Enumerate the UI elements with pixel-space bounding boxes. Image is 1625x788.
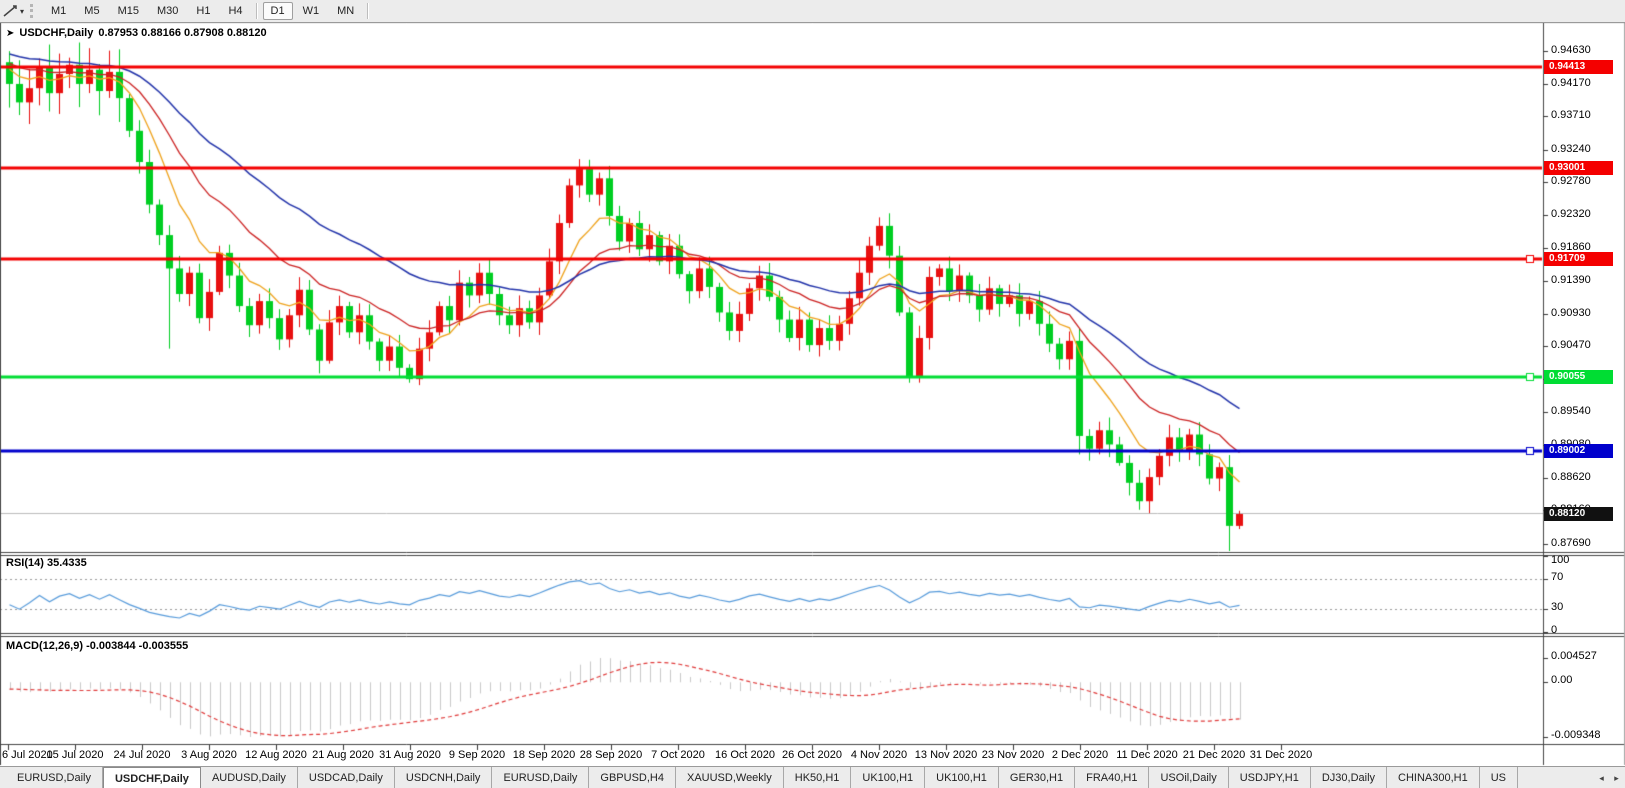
toolbar-separator bbox=[256, 3, 258, 19]
rsi-axis-tick: 70 bbox=[1551, 571, 1563, 583]
toolbar-separator bbox=[367, 3, 369, 19]
price-axis-tick: 0.89540 bbox=[1551, 405, 1591, 417]
timeframe-toolbar: ▾ M1M5M15M30H1H4 D1W1MN bbox=[0, 0, 1625, 23]
price-axis-tick: 0.90930 bbox=[1551, 307, 1591, 319]
tool-dropdown-caret-icon[interactable]: ▾ bbox=[20, 7, 24, 16]
price-axis-tick: 0.94170 bbox=[1551, 77, 1591, 89]
date-axis-label: 16 Oct 2020 bbox=[715, 749, 775, 761]
timeframe-button-h4[interactable]: H4 bbox=[220, 2, 250, 20]
price-level-chip: 0.93001 bbox=[1544, 161, 1613, 175]
price-axis-tick: 0.93710 bbox=[1551, 109, 1591, 121]
date-axis-label: 26 Oct 2020 bbox=[782, 749, 842, 761]
symbol-tab-ger30-h1[interactable]: GER30,H1 bbox=[999, 767, 1075, 788]
symbol-tab-usdchf-daily[interactable]: USDCHF,Daily bbox=[103, 767, 201, 788]
timeframe-buttons: M1M5M15M30H1H4 D1W1MN bbox=[42, 2, 373, 20]
price-axis-tick: 0.92780 bbox=[1551, 175, 1591, 187]
symbol-tab-usdjpy-h1[interactable]: USDJPY,H1 bbox=[1229, 767, 1311, 788]
date-axis-label: 7 Oct 2020 bbox=[651, 749, 705, 761]
mt4-window: ▾ M1M5M15M30H1H4 D1W1MN ➤ USDCHF,Daily 0.… bbox=[0, 0, 1625, 788]
price-axis-tick: 0.87690 bbox=[1551, 537, 1591, 549]
date-axis-label: 23 Nov 2020 bbox=[982, 749, 1044, 761]
price-axis-tick: 0.90470 bbox=[1551, 339, 1591, 351]
price-level-chip: 0.90055 bbox=[1544, 370, 1613, 384]
timeframe-button-w1[interactable]: W1 bbox=[295, 2, 328, 20]
toolbar-grip[interactable] bbox=[30, 4, 36, 18]
date-axis-label: 31 Aug 2020 bbox=[379, 749, 441, 761]
line-study-tool-icon[interactable] bbox=[3, 4, 19, 18]
date-axis-label: 15 Jul 2020 bbox=[47, 749, 104, 761]
symbol-tab-uk100-h1[interactable]: UK100,H1 bbox=[851, 767, 925, 788]
timeframe-button-m30[interactable]: M30 bbox=[149, 2, 186, 20]
tab-scroll-arrows: ◂ ▸ bbox=[1595, 767, 1623, 788]
date-axis-label: 24 Jul 2020 bbox=[114, 749, 171, 761]
date-axis-label: 2 Dec 2020 bbox=[1052, 749, 1108, 761]
date-axis-label: 18 Sep 2020 bbox=[513, 749, 575, 761]
symbol-tab-hk50-h1[interactable]: HK50,H1 bbox=[784, 767, 852, 788]
timeframe-button-m1[interactable]: M1 bbox=[43, 2, 74, 20]
timeframe-button-m15[interactable]: M15 bbox=[110, 2, 147, 20]
date-axis-label: 28 Sep 2020 bbox=[580, 749, 642, 761]
chart-symbol-icon: ➤ bbox=[6, 28, 14, 39]
price-axis-tick: 0.88620 bbox=[1551, 471, 1591, 483]
symbol-tab-china300-h1[interactable]: CHINA300,H1 bbox=[1387, 767, 1480, 788]
symbol-tab-us[interactable]: US bbox=[1480, 767, 1518, 788]
symbol-tab-uk100-h1[interactable]: UK100,H1 bbox=[925, 767, 999, 788]
chart-canvas[interactable] bbox=[0, 0, 1625, 788]
chart-ohlc-values: 0.87953 0.88166 0.87908 0.88120 bbox=[98, 27, 266, 39]
symbol-tab-xauusd-weekly[interactable]: XAUUSD,Weekly bbox=[676, 767, 784, 788]
macd-axis-tick: 0.004527 bbox=[1551, 650, 1597, 662]
rsi-indicator-label: RSI(14) 35.4335 bbox=[6, 557, 87, 569]
price-level-chip: 0.94413 bbox=[1544, 60, 1613, 74]
rsi-axis-tick: 100 bbox=[1551, 554, 1569, 566]
rsi-axis-tick: 30 bbox=[1551, 601, 1563, 613]
symbol-tab-eurusd-daily[interactable]: EURUSD,Daily bbox=[6, 767, 103, 788]
symbol-tab-gbpusd-h4[interactable]: GBPUSD,H4 bbox=[589, 767, 676, 788]
symbol-tab-usdcad-daily[interactable]: USDCAD,Daily bbox=[298, 767, 395, 788]
macd-axis-tick: -0.009348 bbox=[1551, 729, 1601, 741]
date-axis-label: 21 Aug 2020 bbox=[312, 749, 374, 761]
price-level-chip: 0.89002 bbox=[1544, 444, 1613, 458]
symbol-tab-fra40-h1[interactable]: FRA40,H1 bbox=[1075, 767, 1149, 788]
date-axis-label: 4 Nov 2020 bbox=[851, 749, 907, 761]
symbol-tab-eurusd-daily[interactable]: EURUSD,Daily bbox=[492, 767, 589, 788]
price-axis-tick: 0.91390 bbox=[1551, 274, 1591, 286]
date-axis-label: 21 Dec 2020 bbox=[1183, 749, 1245, 761]
macd-indicator-label: MACD(12,26,9) -0.003844 -0.003555 bbox=[6, 640, 188, 652]
timeframe-button-d1[interactable]: D1 bbox=[263, 2, 293, 20]
date-axis-label: 9 Sep 2020 bbox=[449, 749, 505, 761]
rsi-axis-tick: 0 bbox=[1551, 624, 1557, 636]
macd-axis-tick: 0.00 bbox=[1551, 674, 1572, 686]
timeframe-button-m5[interactable]: M5 bbox=[76, 2, 107, 20]
price-axis-tick: 0.93240 bbox=[1551, 143, 1591, 155]
symbol-tab-audusd-daily[interactable]: AUDUSD,Daily bbox=[201, 767, 298, 788]
date-axis-label: 3 Aug 2020 bbox=[181, 749, 237, 761]
timeframe-button-h1[interactable]: H1 bbox=[188, 2, 218, 20]
date-axis-label: 12 Aug 2020 bbox=[245, 749, 307, 761]
tab-scroll-right-icon[interactable]: ▸ bbox=[1610, 770, 1623, 786]
date-axis-label: 13 Nov 2020 bbox=[915, 749, 977, 761]
symbol-tabbar: EURUSD,DailyUSDCHF,DailyAUDUSD,DailyUSDC… bbox=[0, 766, 1625, 788]
symbol-tab-dj30-daily[interactable]: DJ30,Daily bbox=[1311, 767, 1387, 788]
symbol-tab-usoil-daily[interactable]: USOil,Daily bbox=[1149, 767, 1228, 788]
price-level-chip: 0.91709 bbox=[1544, 252, 1613, 266]
price-axis-tick: 0.92320 bbox=[1551, 208, 1591, 220]
chart-symbol-label: USDCHF,Daily bbox=[19, 27, 93, 39]
date-axis-label: 11 Dec 2020 bbox=[1116, 749, 1178, 761]
price-level-chip: 0.88120 bbox=[1544, 507, 1613, 521]
date-axis-label: 31 Dec 2020 bbox=[1250, 749, 1312, 761]
date-axis-label: 6 Jul 2020 bbox=[2, 749, 53, 761]
price-axis-tick: 0.94630 bbox=[1551, 44, 1591, 56]
timeframe-button-mn[interactable]: MN bbox=[329, 2, 362, 20]
chart-title: ➤ USDCHF,Daily 0.87953 0.88166 0.87908 0… bbox=[6, 27, 267, 39]
symbol-tabs: EURUSD,DailyUSDCHF,DailyAUDUSD,DailyUSDC… bbox=[6, 767, 1600, 788]
tab-scroll-left-icon[interactable]: ◂ bbox=[1595, 770, 1608, 786]
symbol-tab-usdcnh-daily[interactable]: USDCNH,Daily bbox=[395, 767, 493, 788]
